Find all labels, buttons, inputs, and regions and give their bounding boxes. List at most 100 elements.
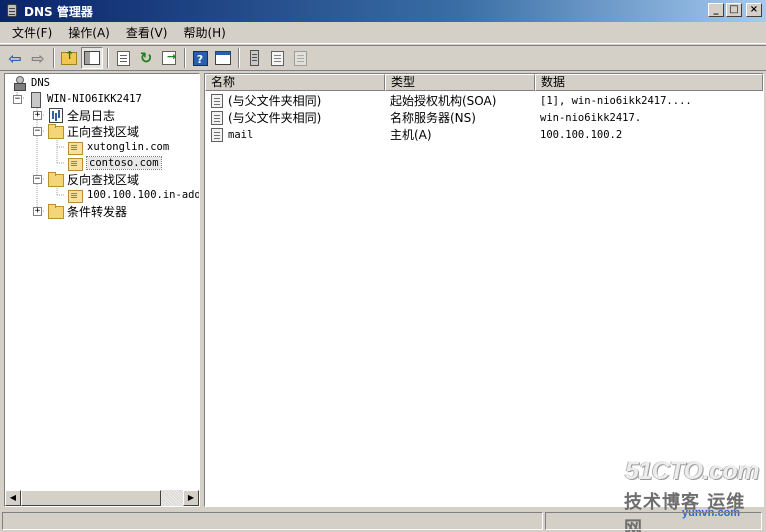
menu-file[interactable]: 文件(F) <box>4 22 60 43</box>
record-name: (与父文件夹相同) <box>228 111 322 125</box>
record-name: (与父文件夹相同) <box>228 94 322 108</box>
copy-record-icon <box>293 50 307 66</box>
tree-node-dns[interactable]: DNS <box>11 75 50 91</box>
forward-button[interactable]: ⇨ <box>27 47 49 69</box>
status-bar <box>0 510 766 532</box>
record-name-cell: mail <box>205 127 385 142</box>
back-arrow-icon: ⇦ <box>8 48 22 68</box>
record-row-mail[interactable]: mail 主机(A) 100.100.100.2 <box>205 126 763 143</box>
properties-button[interactable] <box>112 47 134 69</box>
tree-node-server[interactable]: WIN-NIO6IKK2417 <box>27 91 142 108</box>
help-button[interactable]: ? <box>189 47 211 69</box>
column-header-data[interactable]: 数据 <box>535 74 763 91</box>
triangle-left-icon: ◀ <box>9 493 17 502</box>
dns-manager-app-icon <box>4 3 20 19</box>
status-panel-main <box>2 512 543 530</box>
watermark: 51CTO.com 技术博客 运维网 yunvn.com <box>622 455 762 532</box>
menu-view[interactable]: 查看(V) <box>118 22 176 43</box>
maximize-button[interactable]: □ <box>726 3 742 17</box>
record-name-cell: (与父文件夹相同) <box>205 92 385 109</box>
toolbar-separator <box>238 48 240 68</box>
collapse-reverse-zones-toggle[interactable]: − <box>33 175 42 184</box>
column-header-name[interactable]: 名称 <box>205 74 385 91</box>
show-hide-console-tree-button[interactable] <box>81 47 103 69</box>
server-icon <box>27 92 43 108</box>
collapse-server-toggle[interactable]: − <box>13 95 22 104</box>
tree-node-forward-lookup-zones[interactable]: 正向查找区域 <box>47 123 139 139</box>
server-icon <box>249 50 259 66</box>
folder-icon <box>47 124 64 139</box>
show-hide-action-pane-button[interactable] <box>212 47 234 69</box>
window-controls: _ □ × <box>708 3 762 17</box>
console-tree: DNS − WIN-NIO6IKK2417 + 全局日志 − 正向查找区域 xu… <box>5 74 199 490</box>
menu-action[interactable]: 操作(A) <box>60 22 118 43</box>
forward-arrow-icon: ⇨ <box>31 48 45 68</box>
tree-node-label: xutonglin.com <box>87 141 170 153</box>
expand-conditional-forwarders-toggle[interactable]: + <box>33 207 42 216</box>
tree-node-reverse-lookup-zones[interactable]: 反向查找区域 <box>47 171 139 187</box>
scroll-right-button[interactable]: ▶ <box>183 490 199 506</box>
copy-record-button[interactable] <box>289 47 311 69</box>
zone-icon <box>67 188 83 203</box>
minimize-button[interactable]: _ <box>708 3 724 17</box>
server-button[interactable] <box>243 47 265 69</box>
resource-record-icon <box>270 50 284 66</box>
zone-icon <box>67 156 83 171</box>
refresh-icon: ↻ <box>139 49 153 67</box>
tree-node-global-logs[interactable]: 全局日志 <box>47 107 115 123</box>
tree-horizontal-scrollbar[interactable]: ◀ ▶ <box>5 490 199 506</box>
help-icon: ? <box>192 50 208 66</box>
record-data: win-nio6ikk2417. <box>540 111 642 124</box>
scrollbar-track[interactable] <box>21 490 183 506</box>
export-list-button[interactable] <box>158 47 180 69</box>
triangle-right-icon: ▶ <box>187 493 195 502</box>
watermark-logo: 51CTO.com <box>625 457 759 485</box>
console-tree-pane: DNS − WIN-NIO6IKK2417 + 全局日志 − 正向查找区域 xu… <box>4 73 200 507</box>
tree-node-zone-xutonglin[interactable]: xutonglin.com <box>67 139 169 155</box>
show-hide-console-tree-icon <box>84 51 100 65</box>
scroll-left-button[interactable]: ◀ <box>5 490 21 506</box>
record-data: 100.100.100.2 <box>540 128 623 141</box>
scrollbar-thumb[interactable] <box>21 490 161 506</box>
log-icon <box>47 108 63 123</box>
record-row-ns[interactable]: (与父文件夹相同) 名称服务器(NS) win-nio6ikk2417. <box>205 109 763 126</box>
status-panel-secondary <box>544 512 762 530</box>
tree-node-zone-contoso[interactable]: contoso.com <box>67 155 162 171</box>
tree-node-label: 正向查找区域 <box>67 124 140 139</box>
properties-view-icon <box>215 51 231 65</box>
tree-node-conditional-forwarders[interactable]: 条件转发器 <box>47 203 127 219</box>
zone-icon <box>67 140 83 155</box>
close-button[interactable]: × <box>746 3 762 17</box>
menu-help[interactable]: 帮助(H) <box>175 22 233 43</box>
window-title: DNS 管理器 <box>24 4 93 19</box>
up-one-level-button[interactable] <box>58 47 80 69</box>
record-type: 名称服务器(NS) <box>390 111 476 125</box>
toolbar: ⇦ ⇨ ↻ ? <box>0 45 766 71</box>
column-header-type[interactable]: 类型 <box>385 74 535 91</box>
folder-icon <box>47 204 64 219</box>
record-name: mail <box>228 128 254 141</box>
tree-node-label-selected: contoso.com <box>86 156 162 170</box>
expand-global-logs-toggle[interactable]: + <box>33 111 42 120</box>
tree-node-zone-reverse[interactable]: 100.100.100.in-addr <box>67 187 199 203</box>
record-row-soa[interactable]: (与父文件夹相同) 起始授权机构(SOA) [1], win-nio6ikk24… <box>205 92 763 109</box>
tree-node-label: 全局日志 <box>67 108 116 123</box>
export-list-icon <box>162 50 176 65</box>
tree-node-label: 条件转发器 <box>67 204 128 219</box>
dns-icon <box>11 76 27 91</box>
collapse-forward-zones-toggle[interactable]: − <box>33 127 42 136</box>
folder-icon <box>47 172 64 187</box>
tree-node-label: DNS <box>31 77 50 89</box>
title-bar: DNS 管理器 _ □ × <box>0 0 766 22</box>
record-icon <box>211 127 223 142</box>
record-type: 起始授权机构(SOA) <box>390 94 497 108</box>
resource-record-button[interactable] <box>266 47 288 69</box>
toolbar-separator <box>107 48 109 68</box>
refresh-button[interactable]: ↻ <box>135 47 157 69</box>
tree-node-label: WIN-NIO6IKK2417 <box>47 93 142 105</box>
record-type: 主机(A) <box>390 128 432 142</box>
record-icon <box>211 110 223 125</box>
back-button[interactable]: ⇦ <box>4 47 26 69</box>
records-list-pane: 名称 类型 数据 (与父文件夹相同) 起始授权机构(SOA) [1], win-… <box>204 73 764 507</box>
record-icon <box>211 93 223 108</box>
